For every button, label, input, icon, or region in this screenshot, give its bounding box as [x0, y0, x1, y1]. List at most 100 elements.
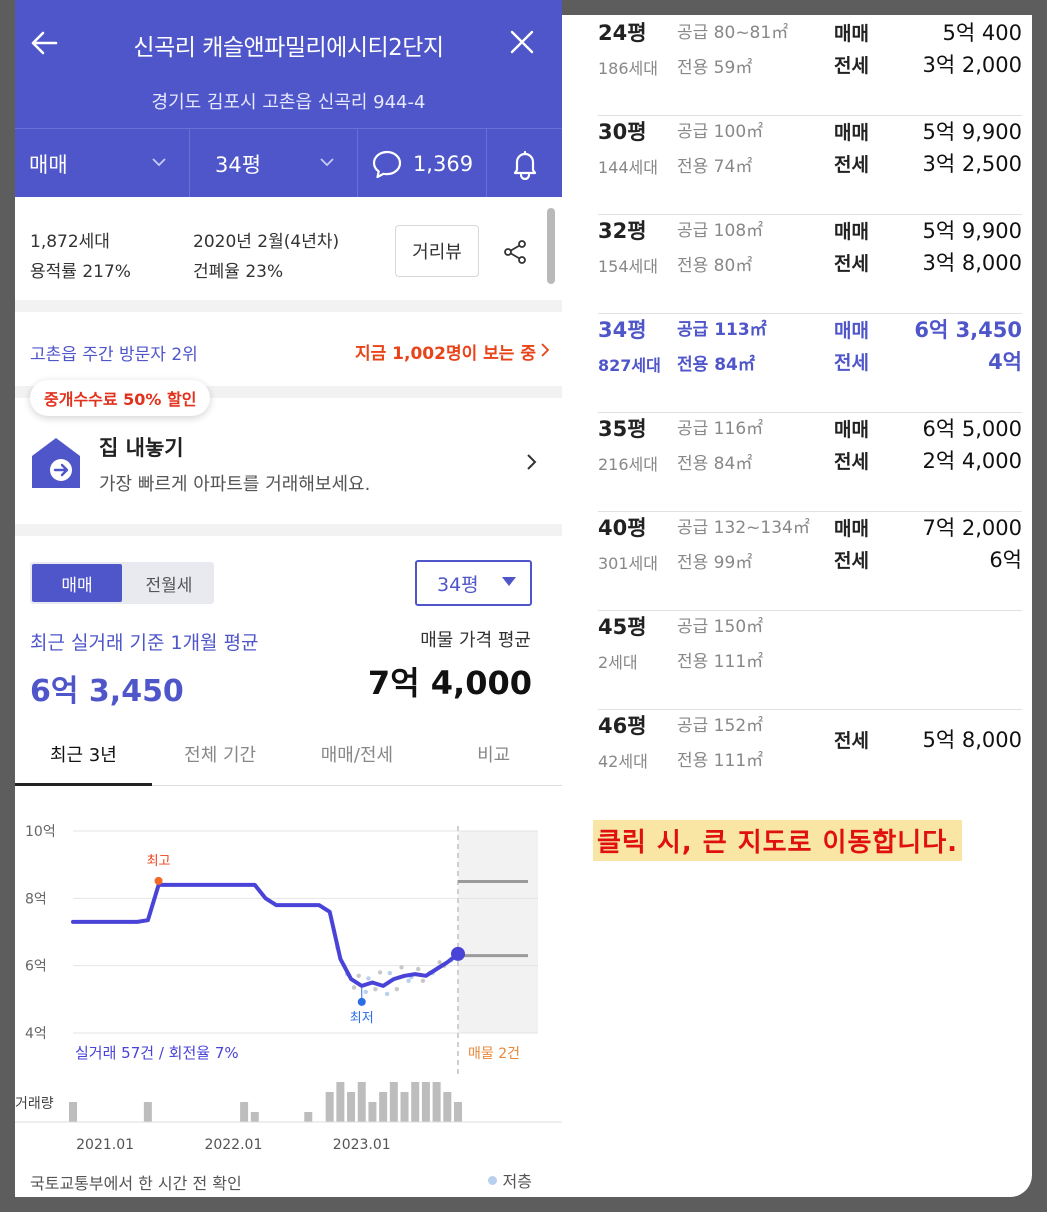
transaction-point — [399, 965, 404, 970]
low-floor-point — [406, 978, 411, 984]
row-households: 827세대 — [598, 356, 661, 375]
complex-title: 신곡리 캐슬앤파밀리에시티2단지 — [133, 35, 444, 61]
low-floor-point — [387, 970, 393, 976]
row-supply-area: 공급 132~134㎡ — [677, 518, 810, 538]
transaction-point — [420, 978, 426, 984]
comment-count: 1,369 — [412, 151, 474, 176]
tab-recent-3y[interactable]: 최근 3년 — [15, 722, 152, 786]
row-pyeong: 45평 — [598, 615, 647, 639]
map-notice: 클릭 시, 큰 지도로 이동합니다. — [593, 820, 963, 861]
toggle-rent[interactable]: 전월세 — [124, 562, 214, 604]
high-marker — [154, 876, 163, 885]
row-price-jeonse: 3억 2,500 — [922, 152, 1022, 176]
row-exclusive-area: 전용 84㎡ — [677, 355, 755, 375]
tab-sale-jeonse[interactable]: 매매/전세 — [289, 722, 426, 785]
notification-button[interactable] — [487, 129, 562, 198]
toggle-sale[interactable]: 매매 — [32, 564, 122, 602]
row-exclusive-area: 전용 111㎡ — [677, 652, 764, 672]
row-label-sale: 매매 — [834, 518, 869, 540]
transaction-point — [356, 973, 361, 978]
row-supply-area: 공급 100㎡ — [677, 122, 764, 142]
low-marker — [357, 997, 366, 1006]
share-icon[interactable] — [502, 239, 528, 265]
volume-bar — [400, 1092, 409, 1122]
pyeong-row[interactable]: 40평 301세대 공급 132~134㎡ 전용 99㎡ 매매 7억 2,000 전세 6억 — [598, 512, 1022, 611]
complex-detail-panel: 신곡리 캐슬앤파밀리에시티2단지 경기도 김포시 고촌읍 신곡리 944-4 매… — [15, 0, 562, 1197]
row-exclusive-area: 전용 74㎡ — [677, 157, 753, 177]
built-date: 2020년 2월(4년차) — [193, 232, 340, 252]
chevron-right-icon — [527, 454, 537, 470]
chevron-down-icon — [320, 158, 334, 167]
row-label-jeonse: 전세 — [834, 730, 869, 752]
pyeong-price-list: 24평 186세대 공급 80~81㎡ 전용 59㎡ 매매 5억 400 전세 3억 2,00… — [562, 15, 1032, 1197]
pyeong-row[interactable]: 34평 827세대 공급 113㎡ 전용 84㎡ 매매 6억 3,450 전세 4억 — [598, 314, 1022, 413]
row-label-sale: 매매 — [834, 122, 869, 144]
household-count: 1,872세대 — [30, 232, 110, 252]
row-supply-area: 공급 150㎡ — [677, 617, 764, 637]
row-households: 2세대 — [598, 653, 638, 672]
visitor-rank: 고촌읍 주간 방문자 2위 — [30, 345, 198, 365]
volume-bar — [379, 1092, 388, 1122]
transaction-point — [394, 987, 400, 992]
pyeong-select[interactable]: 34평 — [415, 560, 532, 606]
low-floor-point — [384, 991, 390, 997]
floor-area-ratio: 용적률 217% — [30, 262, 131, 282]
pyeong-row[interactable]: 35평 216세대 공급 116㎡ 전용 84㎡ 매매 6억 5,000 전세 2억 4,00… — [598, 413, 1022, 512]
price-chart[interactable]: 10억 8억 6억 4억 최고 최저 실거래 57건 / 회전율 7% 매물 2건 거래량 202… — [15, 786, 562, 1197]
x-tick-label: 2022.01 — [204, 1137, 262, 1153]
row-label-jeonse: 전세 — [834, 55, 869, 77]
row-households: 216세대 — [598, 455, 658, 474]
comments-button[interactable]: 1,369 — [358, 129, 487, 198]
volume-bar — [432, 1082, 441, 1122]
list-home-title: 집 내놓기 — [99, 436, 184, 460]
row-households: 301세대 — [598, 554, 658, 573]
listing-avg-label: 매물 가격 평균 — [420, 630, 531, 651]
scrollbar[interactable] — [547, 208, 555, 284]
volume-bar — [325, 1092, 334, 1122]
transaction-point — [351, 985, 357, 990]
row-pyeong: 30평 — [598, 120, 647, 144]
pyeong-row[interactable]: 24평 186세대 공급 80~81㎡ 전용 59㎡ 매매 5억 400 전세 3억 2,00… — [598, 17, 1022, 116]
pyeong-row[interactable]: 46평 42세대 공급 152㎡ 전용 111㎡ 전세 5억 8,000 — [598, 710, 1022, 809]
volume-bar — [389, 1082, 398, 1122]
volume-bar — [69, 1102, 77, 1122]
volume-bar — [443, 1092, 452, 1122]
filter-bar: 매매 34평 1,369 — [15, 128, 562, 198]
recent-avg-value: 6억 3,450 — [30, 674, 184, 709]
listing-avg-value: 7억 4,000 — [367, 664, 532, 702]
row-label-jeonse: 전세 — [834, 352, 869, 374]
pyeong-row[interactable]: 45평 2세대 공급 150㎡ 전용 111㎡ — [598, 611, 1022, 710]
volume-bar — [240, 1102, 249, 1122]
volume-bar — [250, 1112, 259, 1122]
y-tick-label: 6억 — [25, 959, 47, 975]
pyeong-dropdown[interactable]: 34평 — [190, 129, 358, 198]
stat-listings: 매물 2건 — [468, 1046, 520, 1062]
back-arrow-icon[interactable] — [29, 28, 59, 58]
latest-point[interactable] — [451, 946, 465, 961]
row-label-jeonse: 전세 — [834, 154, 869, 176]
divider — [15, 524, 562, 536]
volume-bar — [336, 1082, 345, 1122]
caret-down-icon — [502, 577, 516, 586]
list-home-banner[interactable]: 집 내놓기 가장 빠르게 아파트를 거래해보세요. — [15, 398, 562, 524]
tab-compare[interactable]: 비교 — [425, 722, 562, 785]
row-households: 144세대 — [598, 158, 658, 177]
visitor-rank-banner[interactable]: 고촌읍 주간 방문자 2위 지금 1,002명이 보는 중 — [15, 312, 562, 386]
street-view-button[interactable]: 거리뷰 — [395, 225, 479, 277]
transaction-point — [377, 970, 383, 975]
live-viewers: 지금 1,002명이 보는 중 — [354, 344, 536, 364]
chart-legend: 저층 — [487, 1168, 532, 1192]
volume-bar — [357, 1082, 366, 1122]
period-tabs: 최근 3년 전체 기간 매매/전세 비교 — [15, 722, 562, 786]
row-pyeong: 24평 — [598, 21, 647, 45]
fee-discount-badge: 중개수수료 50% 할인 — [30, 380, 211, 416]
row-exclusive-area: 전용 59㎡ — [677, 58, 753, 78]
pyeong-row[interactable]: 32평 154세대 공급 108㎡ 전용 80㎡ 매매 5억 9,900 전세 3억 8,00… — [598, 215, 1022, 314]
tab-all-period[interactable]: 전체 기간 — [152, 722, 289, 785]
price-line — [71, 882, 460, 988]
pyeong-row[interactable]: 30평 144세대 공급 100㎡ 전용 74㎡ 매매 5억 9,900 전세 3억 2,50… — [598, 116, 1022, 215]
x-tick-label: 2021.01 — [76, 1137, 134, 1153]
close-icon[interactable] — [508, 28, 536, 56]
trade-type-dropdown[interactable]: 매매 — [15, 129, 190, 198]
row-supply-area: 공급 80~81㎡ — [677, 23, 789, 43]
